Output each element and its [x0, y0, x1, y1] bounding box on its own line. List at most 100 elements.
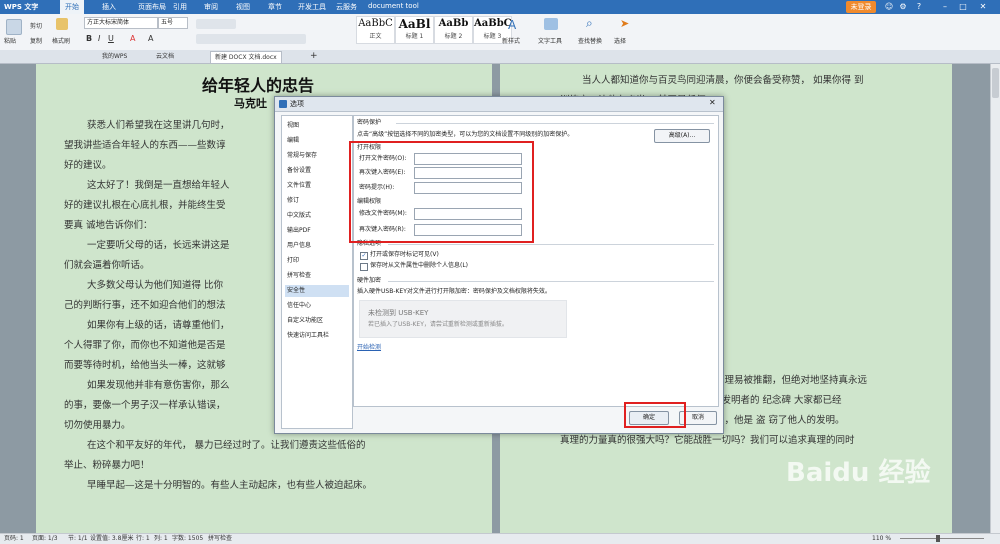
style-normal[interactable]: AaBbC 正文 [356, 16, 395, 44]
nav-item[interactable]: 信任中心 [285, 300, 349, 312]
cut-button[interactable]: 剪切 [30, 21, 42, 30]
maximize-icon[interactable]: □ [958, 2, 968, 12]
dialog-title-bar[interactable]: 选项 ✕ [275, 97, 723, 112]
nav-item[interactable]: 安全性 [285, 285, 349, 297]
menu-references[interactable]: 引用 [173, 2, 187, 12]
menu-view[interactable]: 视图 [236, 2, 250, 12]
reenter-password-input[interactable] [414, 167, 522, 179]
find-icon[interactable]: ⌕ [586, 16, 593, 31]
paragraph-line: 获悉人们希望我在这里讲几句时， [87, 120, 230, 131]
find-replace-button[interactable]: 查找替换 [578, 36, 602, 45]
paragraph-line: 在这个和平友好的年代， 暴力已经过时了。让我们遵责这些低俗的 [87, 440, 366, 451]
tab-cloud-docs[interactable]: 云文档 [152, 51, 178, 62]
list-format-icons[interactable] [196, 19, 236, 29]
font-name-select[interactable]: 方正大标宋简体 [84, 17, 158, 29]
vertical-scrollbar[interactable] [990, 64, 1000, 533]
usb-instruction-text: 若已插入了USB-KEY，请尝试重新检测或重新插拔。 [368, 321, 508, 328]
divider [396, 123, 714, 124]
nav-item[interactable]: 备份设置 [285, 165, 349, 177]
modify-password-input[interactable] [414, 208, 522, 220]
reenter-password-label: 再次键入密码(E): [359, 169, 406, 176]
nav-item[interactable]: 编辑 [285, 135, 349, 147]
usb-not-detected-text: 未检测到 USB-KEY [368, 309, 429, 317]
menu-cloud[interactable]: 云服务 [336, 2, 357, 12]
menu-developer[interactable]: 开发工具 [298, 2, 326, 12]
nav-item[interactable]: 中文版式 [285, 210, 349, 222]
zoom-slider-thumb[interactable] [936, 535, 940, 542]
nav-item[interactable]: 修订 [285, 195, 349, 207]
menu-chapter[interactable]: 章节 [268, 2, 282, 12]
paragraph-line: 早睡早起—这是十分明智的。有些人主动起床，也有些人被迫起床。 [87, 480, 373, 491]
privacy-check1-label: 打开或保存时标记可见(V) [370, 251, 439, 258]
privacy-checkbox-1[interactable]: ✓ [360, 252, 368, 260]
style-heading-2[interactable]: AaBb 标题 2 [434, 16, 473, 44]
paste-icon[interactable] [6, 19, 22, 35]
new-style-button[interactable]: 新样式 [502, 36, 520, 45]
menu-page-layout[interactable]: 页面布局 [138, 2, 166, 12]
watermark: Baidu 经验 [786, 458, 931, 488]
menu-insert[interactable]: 插入 [102, 2, 116, 12]
dialog-close-icon[interactable]: ✕ [709, 99, 716, 107]
underline-icon[interactable]: U [108, 34, 114, 43]
hardware-encryption-heading: 硬件加密 [357, 277, 382, 284]
nav-item[interactable]: 快速访问工具栏 [285, 330, 349, 342]
text-tools-icon[interactable] [544, 18, 558, 30]
password-tip-input[interactable] [414, 182, 522, 194]
font-size-select[interactable]: 五号 [158, 17, 188, 29]
bold-icon[interactable]: B [86, 34, 92, 43]
paragraph-format-icons[interactable] [196, 34, 306, 44]
paste-button[interactable]: 粘贴 [4, 36, 16, 45]
ok-button[interactable]: 确定 [629, 411, 669, 425]
nav-item[interactable]: 拼写检查 [285, 270, 349, 282]
font-color-icon[interactable]: A [130, 34, 135, 43]
open-permission-heading: 打开权限 [357, 144, 382, 151]
nav-item[interactable]: 视图 [285, 120, 349, 132]
reenter-modify-input[interactable] [414, 224, 522, 236]
help-icon[interactable]: ? [914, 2, 924, 12]
select-button[interactable]: 选择 [614, 36, 626, 45]
italic-icon[interactable]: I [98, 34, 100, 43]
scroll-thumb[interactable] [992, 68, 999, 98]
style-heading-1[interactable]: AaBl 标题 1 [395, 16, 434, 44]
privacy-checkbox-2[interactable] [360, 263, 368, 271]
menu-document-tool[interactable]: document tool [368, 2, 419, 10]
format-painter-button[interactable]: 格式刷 [52, 36, 70, 45]
cancel-button[interactable]: 取消 [679, 411, 717, 425]
paragraph-line: 的事，要像一个男子汉一样承认错误， [64, 400, 226, 411]
zoom-slider[interactable] [900, 538, 984, 539]
login-button[interactable]: 未登录 [846, 1, 876, 13]
tab-new-docx[interactable]: 新建 DOCX 文档.docx [210, 51, 282, 63]
tab-my-wps[interactable]: 我的WPS [98, 51, 131, 62]
new-tab-icon[interactable]: + [306, 51, 322, 62]
skin-icon[interactable]: ☺ [884, 2, 894, 12]
format-painter-icon[interactable] [56, 18, 68, 30]
nav-item[interactable]: 文件位置 [285, 180, 349, 192]
nav-item[interactable]: 自定义功能区 [285, 315, 349, 327]
menu-home[interactable]: 开始 [60, 0, 84, 14]
copy-button[interactable]: 复制 [30, 36, 42, 45]
privacy-options-heading: 隐私选项 [357, 240, 382, 247]
paragraph-line: 这太好了！我倒是一直想给年轻人 [87, 180, 230, 191]
nav-item[interactable]: 常规与保存 [285, 150, 349, 162]
app-menu-button[interactable]: WPS 文字 [4, 2, 38, 12]
options-dialog: 选项 ✕ 视图编辑常规与保存备份设置文件位置修订中文版式输出PDF 用户信息打印拼… [274, 96, 724, 434]
select-cursor-icon[interactable]: ➤ [620, 17, 629, 30]
minimize-icon[interactable]: – [940, 2, 950, 12]
nav-item[interactable]: 用户信息 [285, 240, 349, 252]
paragraph-line: 切勿使用暴力。 [64, 420, 131, 431]
password-hint-text: 点击“高级”按钮选择不同的加密类型，可以为您的文档设置不同级别的加密保护。 [357, 131, 574, 138]
advanced-button[interactable]: 高级(A)... [654, 129, 710, 143]
menu-review[interactable]: 审阅 [204, 2, 218, 12]
paragraph-line: 举止、粉碎暴力吧！ [64, 460, 150, 471]
text-tools-button[interactable]: 文字工具 [538, 36, 562, 45]
settings-icon[interactable]: ⚙ [898, 2, 908, 12]
paragraph-line: 己的判断行事，还不如迎合他们的想法 [64, 300, 226, 311]
start-detect-link[interactable]: 开始检测 [357, 344, 381, 352]
close-icon[interactable]: ✕ [978, 2, 988, 12]
nav-item[interactable]: 输出PDF [285, 225, 349, 237]
new-style-icon[interactable]: A [508, 18, 516, 32]
text-effect-icon[interactable]: A [148, 34, 153, 43]
nav-item[interactable]: 打印 [285, 255, 349, 267]
open-password-input[interactable] [414, 153, 522, 165]
paragraph-line: 真理的力量真的很强大吗？它能战胜一切吗？我们可以追求真理的同时 [560, 435, 855, 446]
